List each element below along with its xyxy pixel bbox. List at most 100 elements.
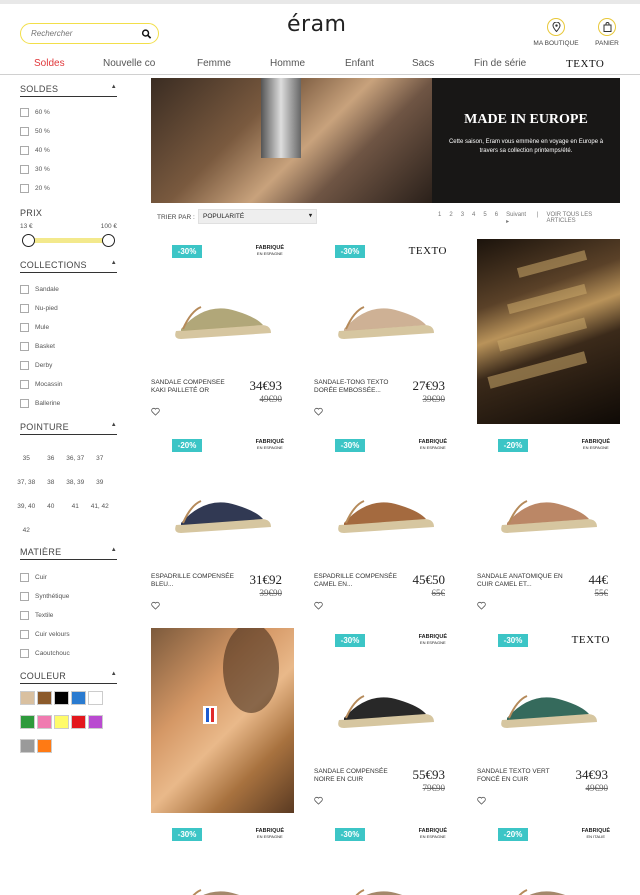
checkbox[interactable] (20, 342, 29, 351)
checkbox[interactable] (20, 304, 29, 313)
product-card[interactable]: -30% TEXTO SANDALE-TONG TEXTO DORÉE EMBOS… (314, 239, 453, 424)
product-name[interactable]: SANDALE ANATOMIQUE EN CUIR CAMEL ET... (477, 573, 563, 589)
color-swatch[interactable] (20, 739, 35, 753)
product-name[interactable]: SANDALE-TONG TEXTO DORÉE EMBOSSÉE... (314, 379, 400, 395)
page-link[interactable]: 2 (449, 212, 452, 225)
store-link[interactable]: MA BOUTIQUE (531, 18, 581, 47)
checkbox[interactable] (20, 146, 29, 155)
filter-option[interactable]: Synthétique (20, 587, 117, 606)
size-option[interactable]: 35 (14, 449, 39, 473)
size-option[interactable]: 41 (63, 497, 88, 521)
color-swatch[interactable] (88, 691, 103, 705)
heart-icon[interactable] (477, 601, 486, 610)
cart-link[interactable]: PANIER (592, 18, 622, 47)
heart-icon[interactable] (151, 601, 160, 610)
nav-sacs[interactable]: Sacs (412, 58, 434, 69)
search-icon[interactable] (141, 28, 152, 40)
filter-option[interactable]: Mocassin (20, 375, 117, 394)
filter-option[interactable]: Cuir (20, 568, 117, 587)
size-option[interactable]: 37 (88, 449, 113, 473)
heart-icon[interactable] (477, 796, 486, 805)
made-in-europe-banner[interactable]: MADE IN EUROPE Cette saison, Eram vous e… (151, 78, 620, 203)
artisan-photo[interactable] (151, 628, 294, 813)
checkbox[interactable] (20, 380, 29, 389)
heart-icon[interactable] (314, 407, 323, 416)
product-card[interactable]: -30% FABRIQUÉ EN ESPAGNE (314, 822, 453, 895)
filter-option[interactable]: Nu-pied (20, 299, 117, 318)
filter-soldes-header[interactable]: SOLDES ▲ (20, 84, 117, 97)
filter-option[interactable]: 50 % (20, 122, 117, 141)
nav-soldes[interactable]: Soldes (34, 58, 65, 69)
nav-femme[interactable]: Femme (197, 58, 231, 69)
eram-logo[interactable]: éram (287, 12, 347, 37)
color-swatch[interactable] (20, 691, 35, 705)
color-swatch[interactable] (88, 715, 103, 729)
price-slider-max-handle[interactable] (102, 234, 115, 247)
filter-couleur-header[interactable]: COULEUR ▲ (20, 671, 117, 684)
checkbox[interactable] (20, 399, 29, 408)
price-slider-min-handle[interactable] (22, 234, 35, 247)
checkbox[interactable] (20, 361, 29, 370)
filter-option[interactable]: Cuir velours (20, 625, 117, 644)
checkbox[interactable] (20, 573, 29, 582)
product-name[interactable]: ESPADRILLE COMPENSÉE CAMEL EN... (314, 573, 400, 589)
filter-prix-header[interactable]: PRIX (20, 208, 117, 220)
size-option[interactable]: 38, 39 (63, 473, 88, 497)
filter-option[interactable]: Ballerine (20, 394, 117, 413)
color-swatch[interactable] (71, 715, 86, 729)
color-swatch[interactable] (37, 739, 52, 753)
color-swatch[interactable] (37, 715, 52, 729)
nav-enfant[interactable]: Enfant (345, 58, 374, 69)
color-swatch[interactable] (54, 715, 69, 729)
filter-pointure-header[interactable]: POINTURE ▲ (20, 422, 117, 435)
size-option[interactable]: 36 (39, 449, 64, 473)
search-input[interactable] (31, 29, 141, 38)
view-all-link[interactable]: VOIR TOUS LES ARTICLES (546, 212, 617, 225)
product-name[interactable]: ESPADRILLE COMPENSÉE BLEU... (151, 573, 237, 589)
product-name[interactable]: SANDALE COMPENSÉE NOIRE EN CUIR (314, 768, 400, 784)
heart-icon[interactable] (151, 407, 160, 416)
color-swatch[interactable] (20, 715, 35, 729)
nav-texto[interactable]: TEXTO (566, 58, 604, 70)
size-option[interactable]: 38 (39, 473, 64, 497)
checkbox[interactable] (20, 323, 29, 332)
checkbox[interactable] (20, 285, 29, 294)
page-link[interactable]: 6 (495, 212, 498, 225)
filter-matiere-header[interactable]: MATIÈRE ▲ (20, 547, 117, 560)
shoe-shelf-photo[interactable] (477, 239, 620, 424)
size-option[interactable]: 36, 37 (63, 449, 88, 473)
checkbox[interactable] (20, 592, 29, 601)
filter-option[interactable]: 60 % (20, 103, 117, 122)
filter-option[interactable]: Derby (20, 356, 117, 375)
product-card[interactable]: -30% FABRIQUÉ EN ESPAGNE SANDALE COMPENSEE… (151, 239, 290, 424)
nav-nouvelle-collection[interactable]: Nouvelle co (103, 58, 155, 69)
checkbox[interactable] (20, 127, 29, 136)
page-link[interactable]: 3 (461, 212, 464, 225)
product-card[interactable]: -30% FABRIQUÉ EN ESPAGNE ESPADRILLE COMPEN… (314, 433, 453, 618)
size-option[interactable]: 37, 38 (14, 473, 39, 497)
sort-select[interactable]: POPULARITÉ ▾ (198, 209, 317, 224)
nav-homme[interactable]: Homme (270, 58, 305, 69)
color-swatch[interactable] (71, 691, 86, 705)
product-card[interactable]: -20% FABRIQUÉ EN ESPAGNE ESPADRILLE COMPEN… (151, 433, 290, 618)
filter-option[interactable]: 20 % (20, 179, 117, 198)
color-swatch[interactable] (37, 691, 52, 705)
checkbox[interactable] (20, 184, 29, 193)
heart-icon[interactable] (314, 601, 323, 610)
size-option[interactable]: 39 (88, 473, 113, 497)
color-swatch[interactable] (54, 691, 69, 705)
product-name[interactable]: SANDALE COMPENSEE KAKI PAILLETÉ OR (151, 379, 237, 395)
filter-option[interactable]: Sandale (20, 280, 117, 299)
checkbox[interactable] (20, 165, 29, 174)
size-option[interactable]: 40 (39, 497, 64, 521)
checkbox[interactable] (20, 611, 29, 620)
product-card[interactable]: -30% FABRIQUÉ EN ESPAGNE (151, 822, 290, 895)
product-card[interactable]: -30% TEXTO SANDALE TEXTO VERT FONCÉ EN CU… (477, 628, 616, 813)
filter-option[interactable]: Mule (20, 318, 117, 337)
checkbox[interactable] (20, 649, 29, 658)
page-link[interactable]: 5 (483, 212, 486, 225)
nav-fin-de-serie[interactable]: Fin de série (474, 58, 526, 69)
filter-collections-header[interactable]: COLLECTIONS ▲ (20, 260, 117, 273)
size-option[interactable]: 41, 42 (88, 497, 113, 521)
product-card[interactable]: -30% FABRIQUÉ EN ESPAGNE SANDALE COMPENSÉE… (314, 628, 453, 813)
